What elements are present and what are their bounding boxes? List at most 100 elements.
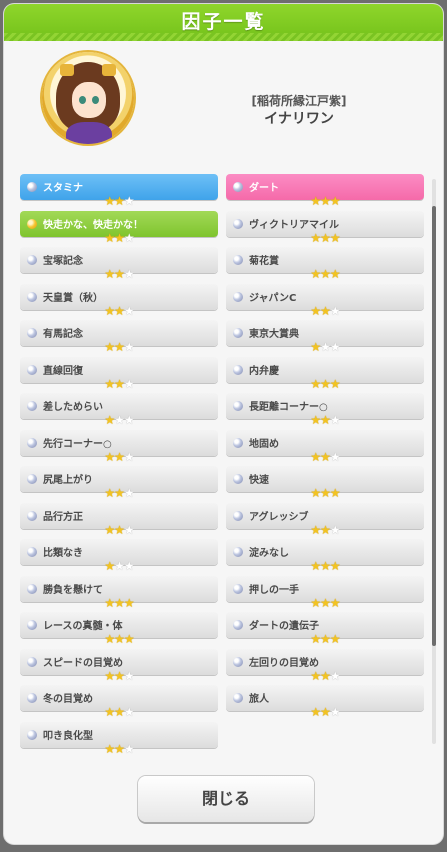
factor-star-rating: ★★★ bbox=[226, 633, 424, 645]
factor-item[interactable]: アグレッシブ ★★★ bbox=[226, 502, 424, 536]
orb-icon bbox=[233, 401, 243, 411]
orb-icon bbox=[233, 583, 243, 594]
factor-star-rating: ★★★ bbox=[226, 268, 424, 280]
factor-item[interactable]: ダート ★★★ bbox=[226, 174, 424, 207]
factor-item[interactable]: 押しの一手 ★★★ bbox=[226, 575, 424, 609]
orb-icon bbox=[27, 291, 37, 302]
factor-label: ジャパンC bbox=[249, 292, 297, 304]
star-icon: ★ bbox=[320, 559, 331, 573]
factor-item[interactable]: 比類なき ★★★ bbox=[20, 539, 218, 572]
orb-icon bbox=[233, 693, 243, 703]
factor-item[interactable]: 左回りの目覚め ★★★ bbox=[226, 648, 424, 682]
factor-item[interactable]: 淀みなし ★★★ bbox=[226, 539, 424, 572]
factor-label: 比類なき bbox=[43, 548, 83, 559]
star-icon: ★ bbox=[104, 668, 115, 683]
factor-item[interactable]: ジャパンC ★★★ bbox=[226, 283, 424, 317]
factor-item[interactable]: 尻尾上がり ★★★ bbox=[20, 466, 218, 499]
factor-item[interactable]: レースの真髄・体 ★★★ bbox=[20, 612, 218, 645]
factor-star-rating: ★★★ bbox=[20, 195, 218, 207]
star-icon: ★ bbox=[329, 705, 341, 719]
star-icon: ★ bbox=[114, 230, 125, 245]
factor-item[interactable]: 叩き良化型 ★★★ bbox=[20, 721, 218, 755]
factor-item[interactable]: スピードの目覚め ★★★ bbox=[20, 648, 218, 682]
star-icon: ★ bbox=[320, 449, 331, 464]
factor-item[interactable]: 差しためらい ★★★ bbox=[20, 393, 218, 426]
star-icon: ★ bbox=[123, 449, 135, 464]
factor-item[interactable]: 宝塚記念 ★★★ bbox=[20, 247, 218, 280]
factor-item[interactable]: 天皇賞（秋） ★★★ bbox=[20, 283, 218, 317]
star-icon: ★ bbox=[310, 668, 321, 683]
factor-star-rating: ★★★ bbox=[20, 232, 218, 244]
orb-icon bbox=[233, 255, 243, 265]
character-portrait bbox=[42, 52, 134, 144]
star-icon: ★ bbox=[104, 303, 115, 318]
factor-star-rating: ★★★ bbox=[226, 232, 424, 244]
factor-item[interactable]: 先行コーナー○ ★★★ bbox=[20, 429, 218, 463]
dialog-header: 因子一覧 bbox=[4, 4, 443, 41]
factor-label: アグレッシブ bbox=[249, 511, 309, 523]
factor-label: 旅人 bbox=[249, 694, 269, 705]
portrait-eye-right bbox=[92, 96, 99, 104]
factor-item[interactable]: スタミナ ★★★ bbox=[20, 174, 218, 207]
orb-icon bbox=[27, 401, 37, 411]
star-icon: ★ bbox=[114, 194, 125, 208]
orb-icon bbox=[27, 510, 37, 521]
orb-icon bbox=[233, 328, 243, 338]
orb-icon bbox=[27, 620, 37, 630]
factor-item[interactable]: 快速 ★★★ bbox=[226, 466, 424, 499]
factor-list-dialog: 因子一覧 [稲荷所縁江戸紫] イナリワン スタミナ ★★★ 快走かな、快走かな！ ★★… bbox=[4, 4, 443, 844]
orb-icon bbox=[27, 583, 37, 594]
star-icon: ★ bbox=[320, 230, 331, 245]
portrait-outfit bbox=[66, 122, 112, 144]
factor-label: 勝負を懸けて bbox=[43, 584, 103, 596]
factor-star-rating: ★★★ bbox=[226, 195, 424, 207]
factor-label: 天皇賞（秋） bbox=[43, 292, 103, 304]
orb-icon bbox=[233, 510, 243, 521]
star-icon: ★ bbox=[104, 449, 115, 464]
star-icon: ★ bbox=[123, 595, 135, 610]
factor-item[interactable]: ダートの遺伝子 ★★★ bbox=[226, 612, 424, 645]
portrait-face bbox=[72, 82, 106, 118]
factor-item[interactable]: ヴィクトリアマイル ★★★ bbox=[226, 210, 424, 244]
orb-icon bbox=[233, 437, 243, 448]
star-icon: ★ bbox=[104, 413, 115, 427]
star-icon: ★ bbox=[320, 486, 331, 500]
factor-list[interactable]: スタミナ ★★★ 快走かな、快走かな！ ★★★ 宝塚記念 ★★★ 天皇賞（秋） ★★★ 有馬記念… bbox=[16, 167, 431, 757]
star-icon: ★ bbox=[320, 522, 331, 537]
star-icon: ★ bbox=[310, 632, 321, 646]
factor-item[interactable]: 快走かな、快走かな！ ★★★ bbox=[20, 210, 218, 244]
factor-item[interactable]: 菊花賞 ★★★ bbox=[226, 247, 424, 280]
factor-star-rating: ★★★ bbox=[226, 670, 424, 682]
factor-item[interactable]: 直線回復 ★★★ bbox=[20, 356, 218, 390]
factor-item[interactable]: 冬の目覚め ★★★ bbox=[20, 685, 218, 718]
factor-item[interactable]: 有馬記念 ★★★ bbox=[20, 320, 218, 353]
factor-item[interactable]: 内弁慶 ★★★ bbox=[226, 356, 424, 390]
factor-star-rating: ★★★ bbox=[20, 341, 218, 353]
orb-icon bbox=[233, 364, 243, 375]
factor-label: ダート bbox=[249, 183, 279, 194]
star-icon: ★ bbox=[320, 632, 331, 646]
star-icon: ★ bbox=[320, 668, 331, 683]
star-icon: ★ bbox=[310, 595, 321, 610]
factor-item[interactable]: 地固め ★★★ bbox=[226, 429, 424, 463]
star-icon: ★ bbox=[123, 194, 135, 208]
factor-item[interactable]: 勝負を懸けて ★★★ bbox=[20, 575, 218, 609]
factor-star-rating: ★★★ bbox=[226, 706, 424, 718]
factor-star-rating: ★★★ bbox=[20, 743, 218, 755]
factor-label: 左回りの目覚め bbox=[249, 657, 319, 669]
factor-item[interactable]: 旅人 ★★★ bbox=[226, 685, 424, 718]
scrollbar-thumb[interactable] bbox=[432, 206, 436, 646]
factor-label: 冬の目覚め bbox=[43, 694, 93, 705]
star-icon: ★ bbox=[114, 668, 125, 683]
star-icon: ★ bbox=[123, 668, 135, 683]
factor-star-rating: ★★★ bbox=[20, 487, 218, 499]
factor-item[interactable]: 長距離コーナー○ ★★★ bbox=[226, 393, 424, 426]
factor-item[interactable]: 品行方正 ★★★ bbox=[20, 502, 218, 536]
star-icon: ★ bbox=[123, 376, 135, 391]
star-icon: ★ bbox=[123, 230, 135, 245]
star-icon: ★ bbox=[329, 632, 341, 646]
portrait-ribbon-right bbox=[102, 64, 116, 76]
orb-icon bbox=[233, 218, 243, 229]
factor-item[interactable]: 東京大賞典 ★★★ bbox=[226, 320, 424, 353]
close-button[interactable]: 閉じる bbox=[138, 776, 314, 822]
